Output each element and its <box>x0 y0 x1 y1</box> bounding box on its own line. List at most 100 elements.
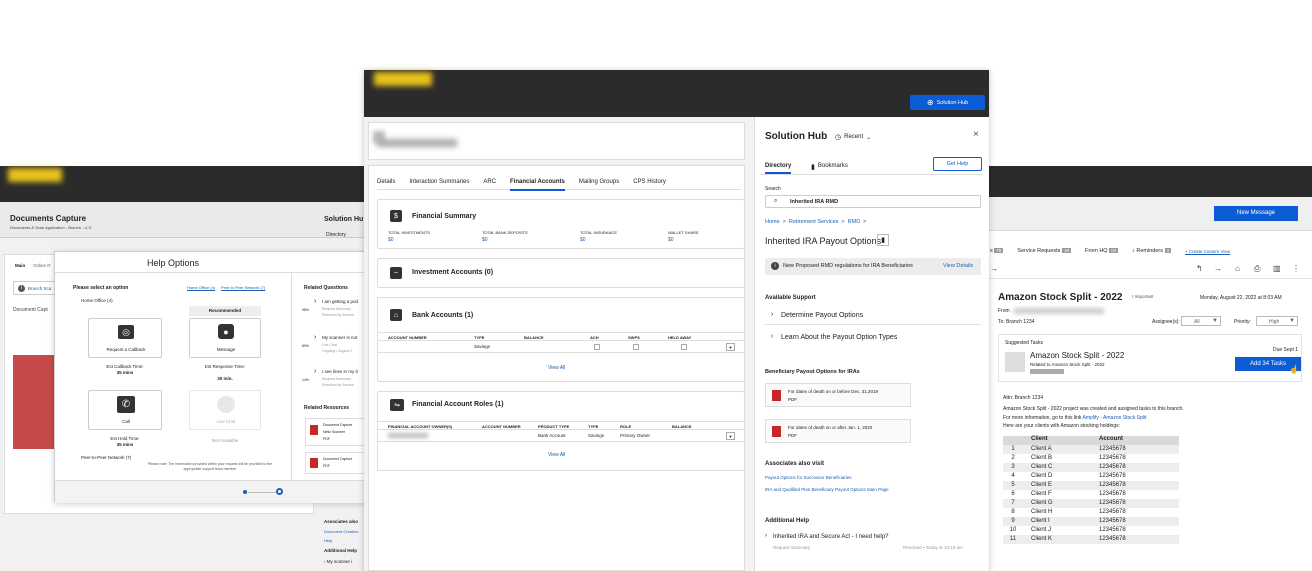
help-item[interactable]: › Inherited IRA and Secure Act - I need … <box>765 533 981 555</box>
priority-select[interactable]: High ▼ <box>1256 316 1298 326</box>
help-item-s2: Resolved • Today at 10:18 am <box>903 545 963 550</box>
swps-checkbox[interactable] <box>633 344 639 350</box>
step-dot-1[interactable] <box>243 490 247 494</box>
close-icon[interactable]: × <box>973 129 979 140</box>
call-option[interactable]: ✆ Call <box>88 390 162 430</box>
support-item-determine[interactable]: › Determine Payout Options <box>765 309 981 325</box>
assoc-link-2[interactable]: IRA and Qualified Plan Beneficiary Payou… <box>765 487 889 492</box>
forward-icon[interactable]: → <box>1214 264 1222 273</box>
question-2[interactable]: › 89% My scanner is not Live Chat Ongoin… <box>302 334 372 360</box>
reply-icon[interactable]: ↰ <box>1196 264 1203 273</box>
tab-reminders[interactable]: ♪ Reminders 3 <box>1132 248 1172 254</box>
row-menu-dropdown[interactable]: ▼ <box>726 343 735 351</box>
pdf-card-1[interactable]: For dates of death on or before Dec. 31,… <box>765 383 911 407</box>
callback-eta-label: Est Callback Time: <box>106 364 144 369</box>
row-number: 3 <box>1011 464 1015 470</box>
print-icon[interactable]: ⎙ <box>1254 264 1260 274</box>
roles-view-all-link[interactable]: View All <box>548 452 565 458</box>
suggested-tasks-box: Suggested Tasks Amazon Stock Split - 202… <box>998 334 1302 382</box>
tab-interaction-summaries[interactable]: Interaction Summaries <box>409 179 469 185</box>
recent-dropdown[interactable]: ◷ Recent ⌄ <box>835 133 871 141</box>
client-name: Client J <box>1031 527 1052 533</box>
left-subtitle: Documents & Scan Application - Branch - … <box>10 225 93 230</box>
client-header: Client <box>1031 436 1048 442</box>
left-branch-button[interactable]: i Branch Sca <box>13 281 59 295</box>
left-branch-label: Branch Sca <box>28 285 52 291</box>
col-swps: SWPS <box>628 335 640 340</box>
create-custom-view-link[interactable]: + Create Custom View <box>1185 249 1230 254</box>
archive-icon[interactable]: ⌂ <box>1235 264 1240 273</box>
call-eta-label: Est Hold Time: <box>110 436 140 441</box>
clock-icon: ◷ <box>835 134 842 141</box>
trash-icon[interactable]: ▥ <box>1273 264 1281 273</box>
solution-hub-title: Solution Hub <box>765 131 828 142</box>
related-resources-title: Related Resources <box>304 405 350 411</box>
question-2-pct: 89% <box>302 344 310 348</box>
search-input[interactable]: ⌕ Inherited IRA RMD <box>765 195 981 208</box>
tab-mailing-groups[interactable]: Mailing Groups <box>579 179 619 185</box>
tab-directory[interactable]: Directory <box>765 163 792 174</box>
left-scanner[interactable]: › My scanner i <box>324 559 352 564</box>
table-row: 8 Client H 12345678 <box>1003 508 1179 517</box>
assignees-select[interactable]: All ▼ <box>1181 316 1221 326</box>
investment-accounts-card[interactable]: ~ Investment Accounts (0) <box>377 258 745 288</box>
tab-financial-accounts[interactable]: Financial Accounts <box>510 179 565 191</box>
ach-checkbox[interactable] <box>594 344 600 350</box>
tab-arc[interactable]: ARC <box>483 179 496 185</box>
view-details-link[interactable]: View Details <box>943 263 973 269</box>
tab-from-hq[interactable]: From HQ 04 <box>1085 248 1119 254</box>
tab-details[interactable]: Details <box>377 179 395 185</box>
assoc-link-1[interactable]: Payout Options for Successor Beneficiari… <box>765 475 852 480</box>
left-directory-tab[interactable]: Directory <box>326 232 346 238</box>
left-doc-link[interactable]: Document Creation <box>324 529 358 534</box>
more-icon[interactable]: ⋮ <box>1292 264 1300 273</box>
client-name: Client A <box>1031 446 1052 452</box>
amplify-link[interactable]: Amplify - Amazon Stock Split <box>1083 415 1147 421</box>
left-tab-main[interactable]: Main <box>15 263 25 268</box>
question-1[interactable]: › 98% I am getting a pod Request Summary… <box>302 298 372 324</box>
bank-view-all-link[interactable]: View All <box>548 365 565 371</box>
row-menu-dropdown[interactable]: ▼ <box>726 432 735 440</box>
message-option[interactable]: ● Message <box>189 318 261 358</box>
tab-cps-history[interactable]: CPS History <box>633 179 666 185</box>
home-office-link[interactable]: Home Office (4) <box>187 285 215 290</box>
support-item-learn[interactable]: › Learn About the Payout Option Types <box>765 331 981 347</box>
pdf-card-2[interactable]: For dates of death on or after Jan. 1, 2… <box>765 419 911 443</box>
breadcrumb-retirement[interactable]: Retirement Services <box>789 219 839 225</box>
roles-type: Savings <box>588 433 605 438</box>
breadcrumb-home[interactable]: Home <box>765 219 780 225</box>
from-label: From <box>998 308 1010 314</box>
associates-title: Associates also visit <box>765 461 825 467</box>
total-insurance-value: $0 <box>580 237 586 243</box>
peer-network-link[interactable]: Peer to Peer Network (7) <box>221 285 265 290</box>
chevron-right-icon: › <box>314 368 317 375</box>
held-away-checkbox[interactable] <box>681 344 687 350</box>
row-number: 4 <box>1011 473 1015 479</box>
question-1-text: I am getting a pod <box>322 299 359 304</box>
resource-1[interactable]: Document Capture Netiz Scanner PDF <box>305 418 373 446</box>
resource-2[interactable]: Document Capture PDF <box>305 452 373 474</box>
help-note: Please note: The information provided wi… <box>147 462 273 471</box>
tab-bookmarks[interactable]: ▮ Bookmarks <box>811 163 848 171</box>
col-owners: FINANCIAL ACCOUNT OWNER(S) <box>388 424 453 429</box>
arrow-right-icon[interactable]: → <box>990 264 998 273</box>
get-help-button[interactable]: Get Help <box>933 157 982 171</box>
tab-inbox-partial[interactable]: s 78 <box>990 248 1004 254</box>
callback-option[interactable]: ◎ Request a Callback <box>88 318 162 358</box>
callback-label: Request a Callback <box>106 347 146 352</box>
question-3[interactable]: › 14% I see lines in my it Request Summa… <box>302 368 372 394</box>
financial-summary-title: Financial Summary <box>412 213 477 220</box>
left-tab-online[interactable]: Online R <box>33 263 51 268</box>
solution-hub-button[interactable]: ⊕ Solution Hub <box>910 95 985 110</box>
col-held-away: HELD AWAY <box>668 335 692 340</box>
tab-reminders-count: 3 <box>1164 248 1172 253</box>
bookmark-toggle-icon[interactable]: ▮ <box>877 234 889 246</box>
breadcrumb-rmd[interactable]: RMD <box>848 219 861 225</box>
left-help-link[interactable]: Help <box>324 538 332 543</box>
step-dot-2[interactable] <box>276 488 283 495</box>
live-chat-option[interactable]: … Live Chat <box>189 390 261 430</box>
row-number: 2 <box>1011 455 1015 461</box>
new-message-button[interactable]: New Message <box>1214 206 1298 221</box>
left-associates: Associates also <box>324 519 359 524</box>
tab-service-requests[interactable]: Service Requests 18 <box>1017 248 1071 254</box>
